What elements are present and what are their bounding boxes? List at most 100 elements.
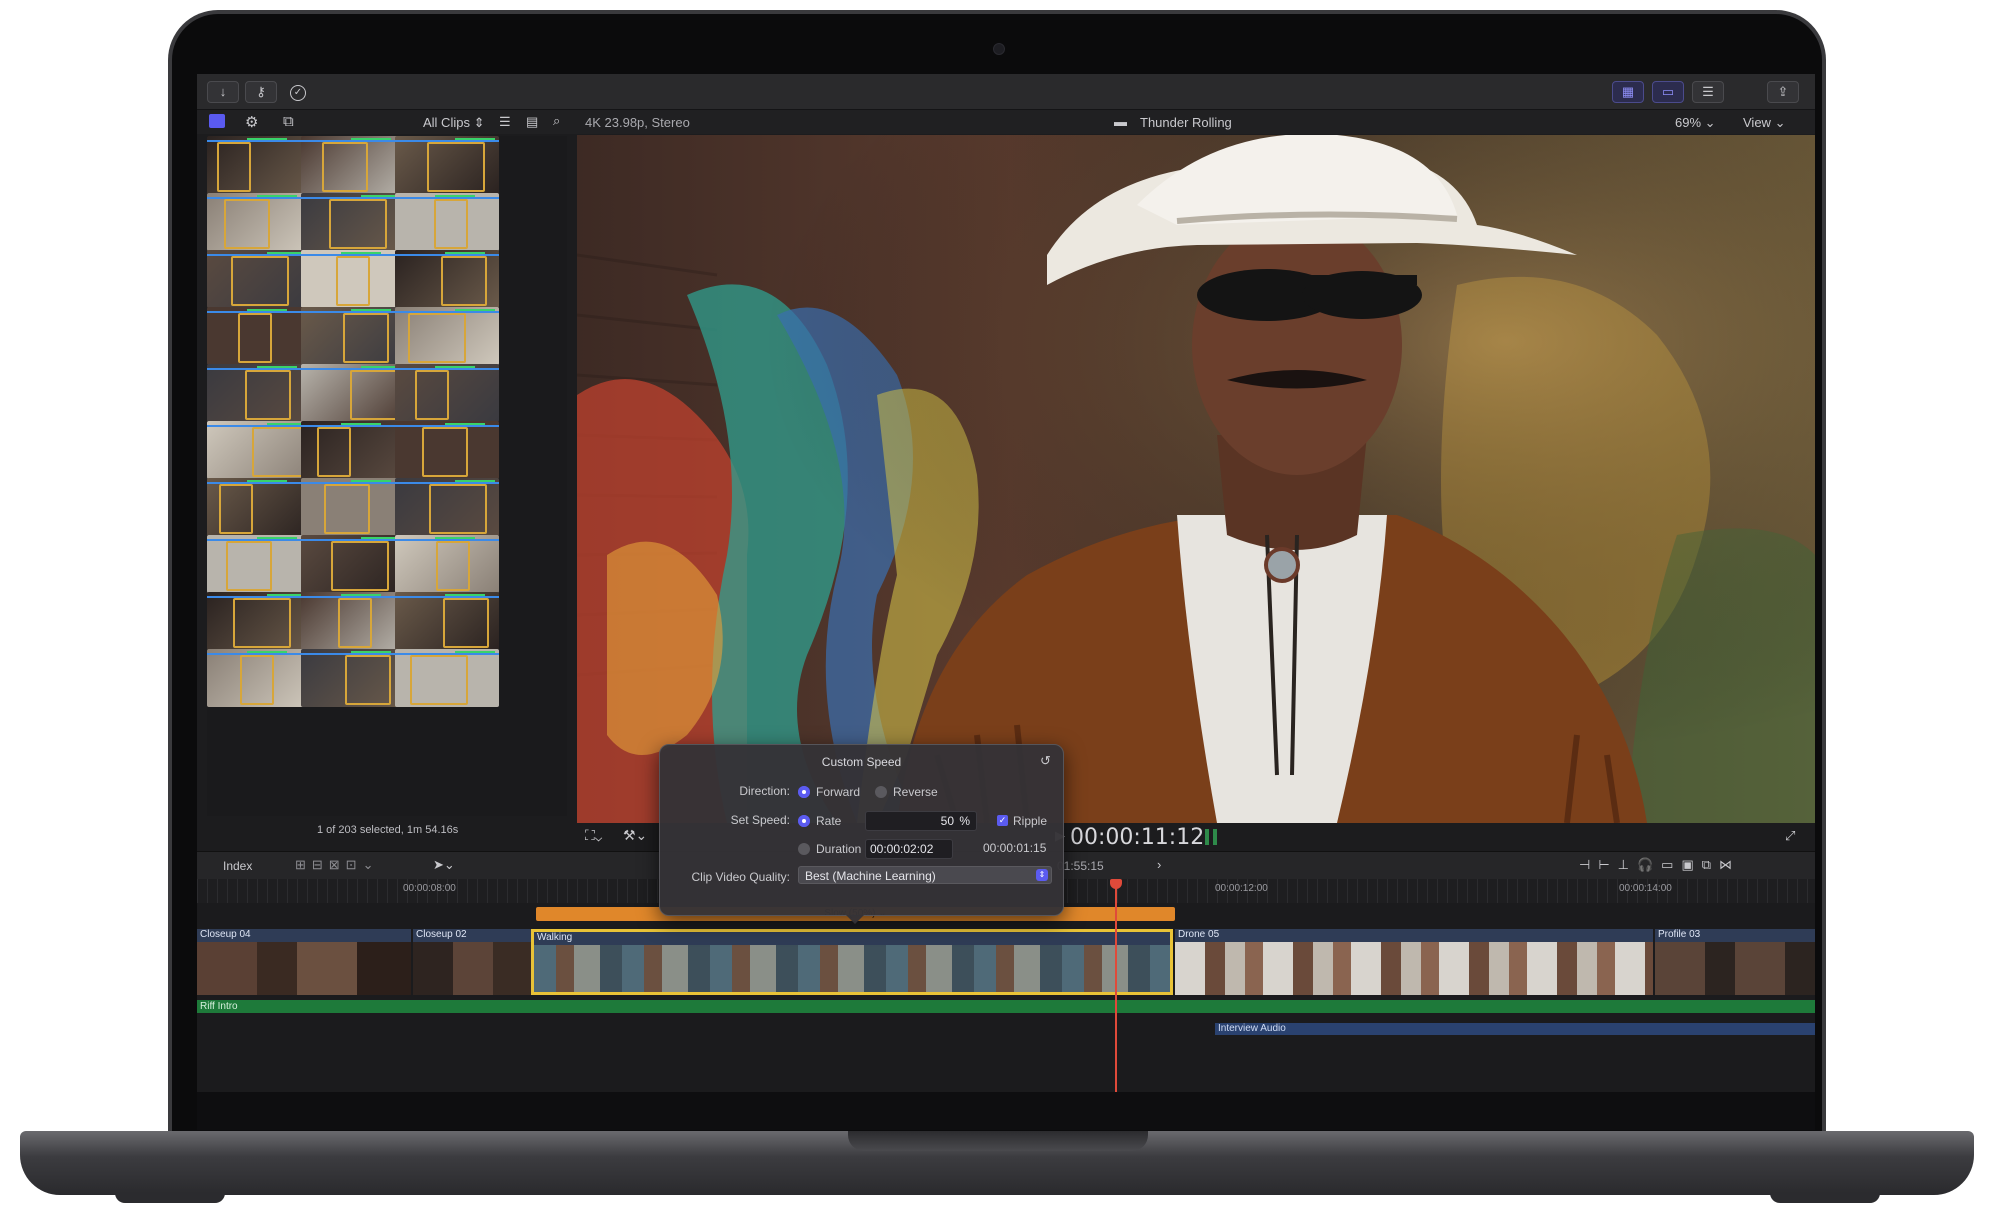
favorite-line (445, 423, 485, 425)
clip-thumbnail[interactable] (207, 592, 311, 650)
enhance-wand-icon[interactable]: ⚒⌄ (623, 827, 647, 844)
photos-audio-icon[interactable]: ⚙ (245, 113, 258, 131)
audio-meter-left (1205, 829, 1209, 845)
favorite-line (445, 594, 485, 596)
clip-thumbnail[interactable] (301, 136, 405, 194)
audio-clip[interactable]: Interview Audio (1215, 1023, 1815, 1035)
range-selection (233, 598, 291, 648)
timeline-tools-group[interactable]: ⊣⊢⊥🎧▭▣⧉⋈ (1579, 857, 1740, 873)
background-tasks-button[interactable]: ✓ (283, 81, 313, 101)
clip-thumbnail[interactable] (395, 649, 499, 707)
laptop-foot (115, 1193, 225, 1203)
range-selection (231, 256, 289, 306)
format-info: 4K 23.98p, Stereo (585, 115, 690, 130)
duration-radio[interactable] (798, 843, 810, 855)
search-icon[interactable]: ⌕ (553, 113, 560, 129)
clip-thumbnail[interactable] (395, 535, 499, 593)
playhead[interactable] (1115, 881, 1117, 1092)
rate-radio[interactable] (798, 815, 810, 827)
timeline: Slow (50%) ⌄ Closeup 04 Closeup 02 Walki… (197, 903, 1815, 1092)
duration-readout: 01:55:15 (1057, 859, 1104, 873)
clip-thumbnail[interactable] (207, 250, 311, 308)
clip-thumbnail[interactable] (395, 364, 499, 422)
favorite-line (445, 252, 485, 254)
keywords-button[interactable]: ⚷ (245, 81, 277, 103)
clip-thumbnail[interactable] (395, 307, 499, 365)
edit-buttons-group[interactable]: ⊞⊟⊠⊡⌄ (295, 857, 379, 873)
clip-thumbnail[interactable] (207, 478, 311, 536)
clip-thumbnail[interactable] (301, 478, 405, 536)
clip-thumbnail[interactable] (207, 364, 311, 422)
arrow-tool-icon[interactable]: ➤⌄ (433, 857, 455, 873)
libraries-icon[interactable] (209, 114, 225, 128)
timeline-toggle-button[interactable]: ▭ (1652, 81, 1684, 103)
duration-result: 00:00:01:15 (983, 841, 1047, 855)
clip-filmstrip (413, 942, 534, 995)
import-button[interactable]: ↓ (207, 81, 239, 103)
clip-filter-menu[interactable]: All Clips ⇕ (423, 115, 485, 131)
clapper-icon: ▬ (1114, 114, 1127, 129)
clip-thumbnail[interactable] (301, 649, 405, 707)
share-button[interactable]: ⇪ (1767, 81, 1799, 103)
clip-thumbnail[interactable] (207, 421, 311, 479)
popover-title: Custom Speed (821, 755, 902, 769)
clip-thumbnail[interactable] (395, 136, 499, 194)
clip-thumbnail[interactable] (207, 307, 311, 365)
forward-radio[interactable] (798, 786, 810, 798)
filmstrip-view-icon[interactable]: ▤ (526, 114, 538, 130)
zoom-value: 69% (1675, 115, 1702, 130)
music-track[interactable]: Riff Intro (197, 1000, 1815, 1013)
clip-closeup-04[interactable]: Closeup 04 (197, 929, 411, 995)
favorite-line (341, 423, 381, 425)
list-view-icon[interactable]: ☰ (499, 114, 511, 130)
clip-thumbnail[interactable] (395, 421, 499, 479)
project-title: Thunder Rolling (1140, 115, 1232, 130)
clip-thumbnail[interactable] (395, 592, 499, 650)
clip-thumbnail[interactable] (301, 193, 405, 251)
rate-unit: % (959, 814, 970, 828)
index-button[interactable]: Index (223, 859, 252, 873)
clip-thumbnail[interactable] (395, 250, 499, 308)
clip-thumbnail[interactable] (301, 250, 405, 308)
chevron-right-icon[interactable]: › (1157, 857, 1161, 872)
download-icon: ↓ (219, 84, 227, 99)
clip-filmstrip (534, 945, 1170, 992)
reset-icon[interactable]: ↺ (1040, 753, 1051, 769)
custom-speed-popover: Custom Speed ↺ Direction: Forward Revers… (659, 744, 1064, 924)
view-menu[interactable]: View ⌄ (1743, 115, 1785, 131)
titles-generators-icon[interactable]: ⧉ (283, 113, 294, 130)
browser-toggle-button[interactable]: ▦ (1612, 81, 1644, 103)
clip-profile-03[interactable]: Profile 03 (1655, 929, 1815, 995)
ripple-checkbox[interactable]: ✓ (997, 815, 1008, 826)
duration-field[interactable]: 00:00:02:02 (865, 839, 953, 859)
favorite-line (455, 480, 495, 482)
clip-thumbnail[interactable] (207, 535, 311, 593)
range-selection (443, 598, 489, 648)
clip-walking-selected[interactable]: Walking (531, 929, 1173, 995)
quality-select[interactable]: Best (Machine Learning) ⇕ (798, 866, 1052, 884)
clip-thumbnail[interactable] (301, 535, 405, 593)
reverse-radio[interactable] (875, 786, 887, 798)
clip-thumbnail[interactable] (207, 649, 311, 707)
transform-icon[interactable]: ⛶⌄ (585, 827, 602, 844)
range-selection (322, 142, 368, 192)
clip-thumbnail[interactable] (207, 136, 311, 194)
top-toolbar: ↓ ⚷ ✓ ▦ ▭ ☰ ⇪ (197, 74, 1815, 110)
sliders-icon: ☰ (1702, 84, 1714, 99)
clip-closeup-02[interactable]: Closeup 02 (413, 929, 534, 995)
clip-filter-label: All Clips (423, 115, 470, 130)
range-selection (415, 370, 449, 420)
clip-thumbnail[interactable] (395, 193, 499, 251)
clip-thumbnail[interactable] (301, 307, 405, 365)
clip-thumbnail[interactable] (207, 193, 311, 251)
inspector-toggle-button[interactable]: ☰ (1692, 81, 1724, 103)
clip-drone-05[interactable]: Drone 05 (1175, 929, 1653, 995)
clip-thumbnail[interactable] (301, 421, 405, 479)
range-selection (338, 598, 372, 648)
rate-field[interactable]: 50 % (865, 811, 977, 831)
clip-thumbnail[interactable] (395, 478, 499, 536)
fullscreen-icon[interactable]: ⤢ (1785, 828, 1795, 844)
clip-thumbnail[interactable] (301, 364, 405, 422)
zoom-menu[interactable]: 69% ⌄ (1675, 115, 1716, 131)
clip-thumbnail[interactable] (301, 592, 405, 650)
